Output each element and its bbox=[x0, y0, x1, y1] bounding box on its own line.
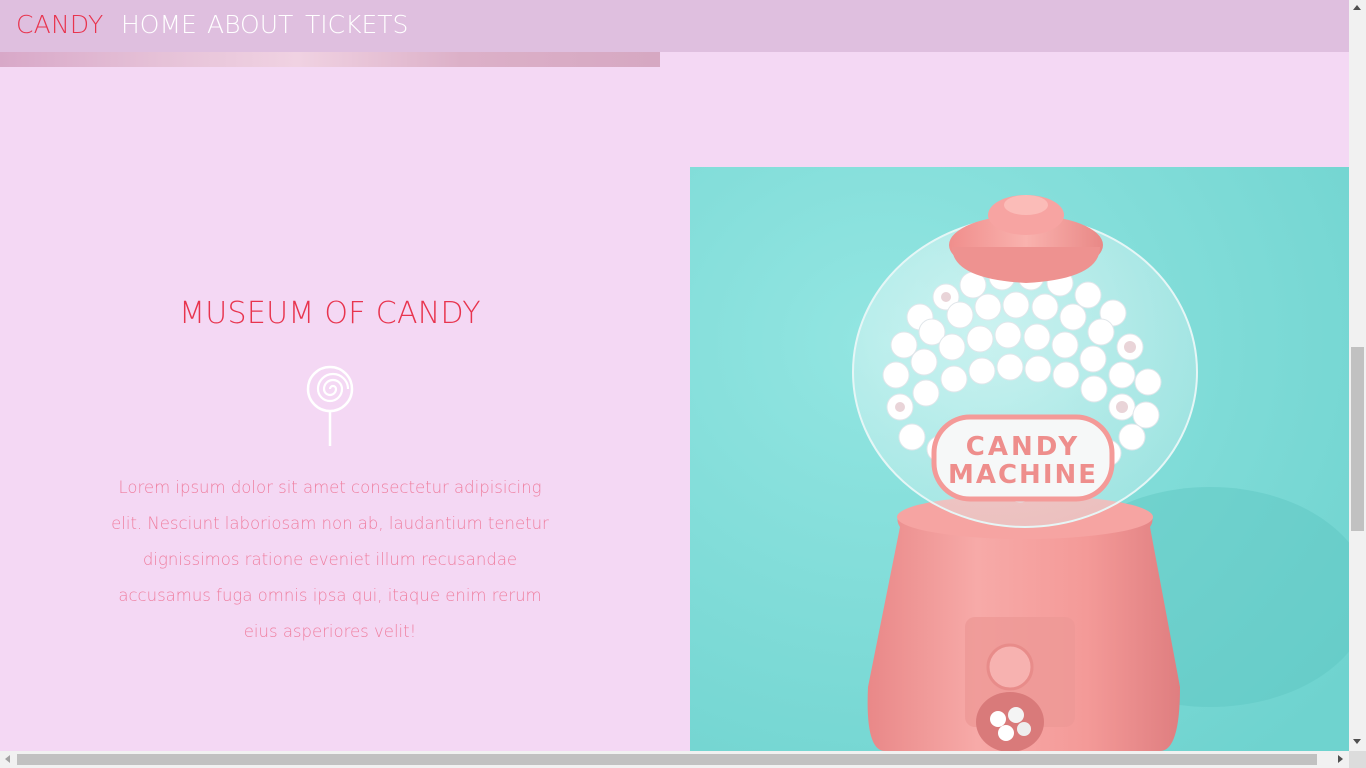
horizontal-scrollbar-thumb[interactable] bbox=[17, 754, 1317, 765]
scroll-up-arrow-icon[interactable] bbox=[1353, 5, 1361, 10]
vertical-scrollbar-thumb[interactable] bbox=[1351, 347, 1364, 531]
nav-tickets-link[interactable]: TICKETS bbox=[305, 10, 408, 39]
gumball-machine-photo: CANDY MACHINE bbox=[690, 167, 1349, 751]
nav-about-link[interactable]: ABOUT bbox=[207, 10, 293, 39]
top-navbar: CANDY HOME ABOUT TICKETS bbox=[0, 0, 1349, 52]
machine-label-line2: MACHINE bbox=[948, 460, 1098, 490]
previous-section-image bbox=[0, 52, 660, 67]
scroll-right-arrow-icon[interactable] bbox=[1338, 755, 1343, 763]
museum-description: Lorem ipsum dolor sit amet consectetur a… bbox=[111, 478, 549, 641]
gumball-machine-illustration: CANDY MACHINE bbox=[690, 167, 1349, 751]
nav-home-link[interactable]: HOME bbox=[121, 10, 197, 39]
scroll-down-arrow-icon[interactable] bbox=[1353, 739, 1361, 744]
scrollbar-corner bbox=[1349, 751, 1366, 768]
page-viewport: CANDY HOME ABOUT TICKETS MUSEUM OF CANDY… bbox=[0, 0, 1349, 751]
machine-label-line1: CANDY bbox=[966, 432, 1080, 462]
museum-title: MUSEUM OF CANDY bbox=[179, 296, 481, 331]
scroll-left-arrow-icon[interactable] bbox=[5, 755, 10, 763]
brand-logo[interactable]: CANDY bbox=[16, 10, 103, 39]
lollipop-icon bbox=[306, 365, 354, 446]
